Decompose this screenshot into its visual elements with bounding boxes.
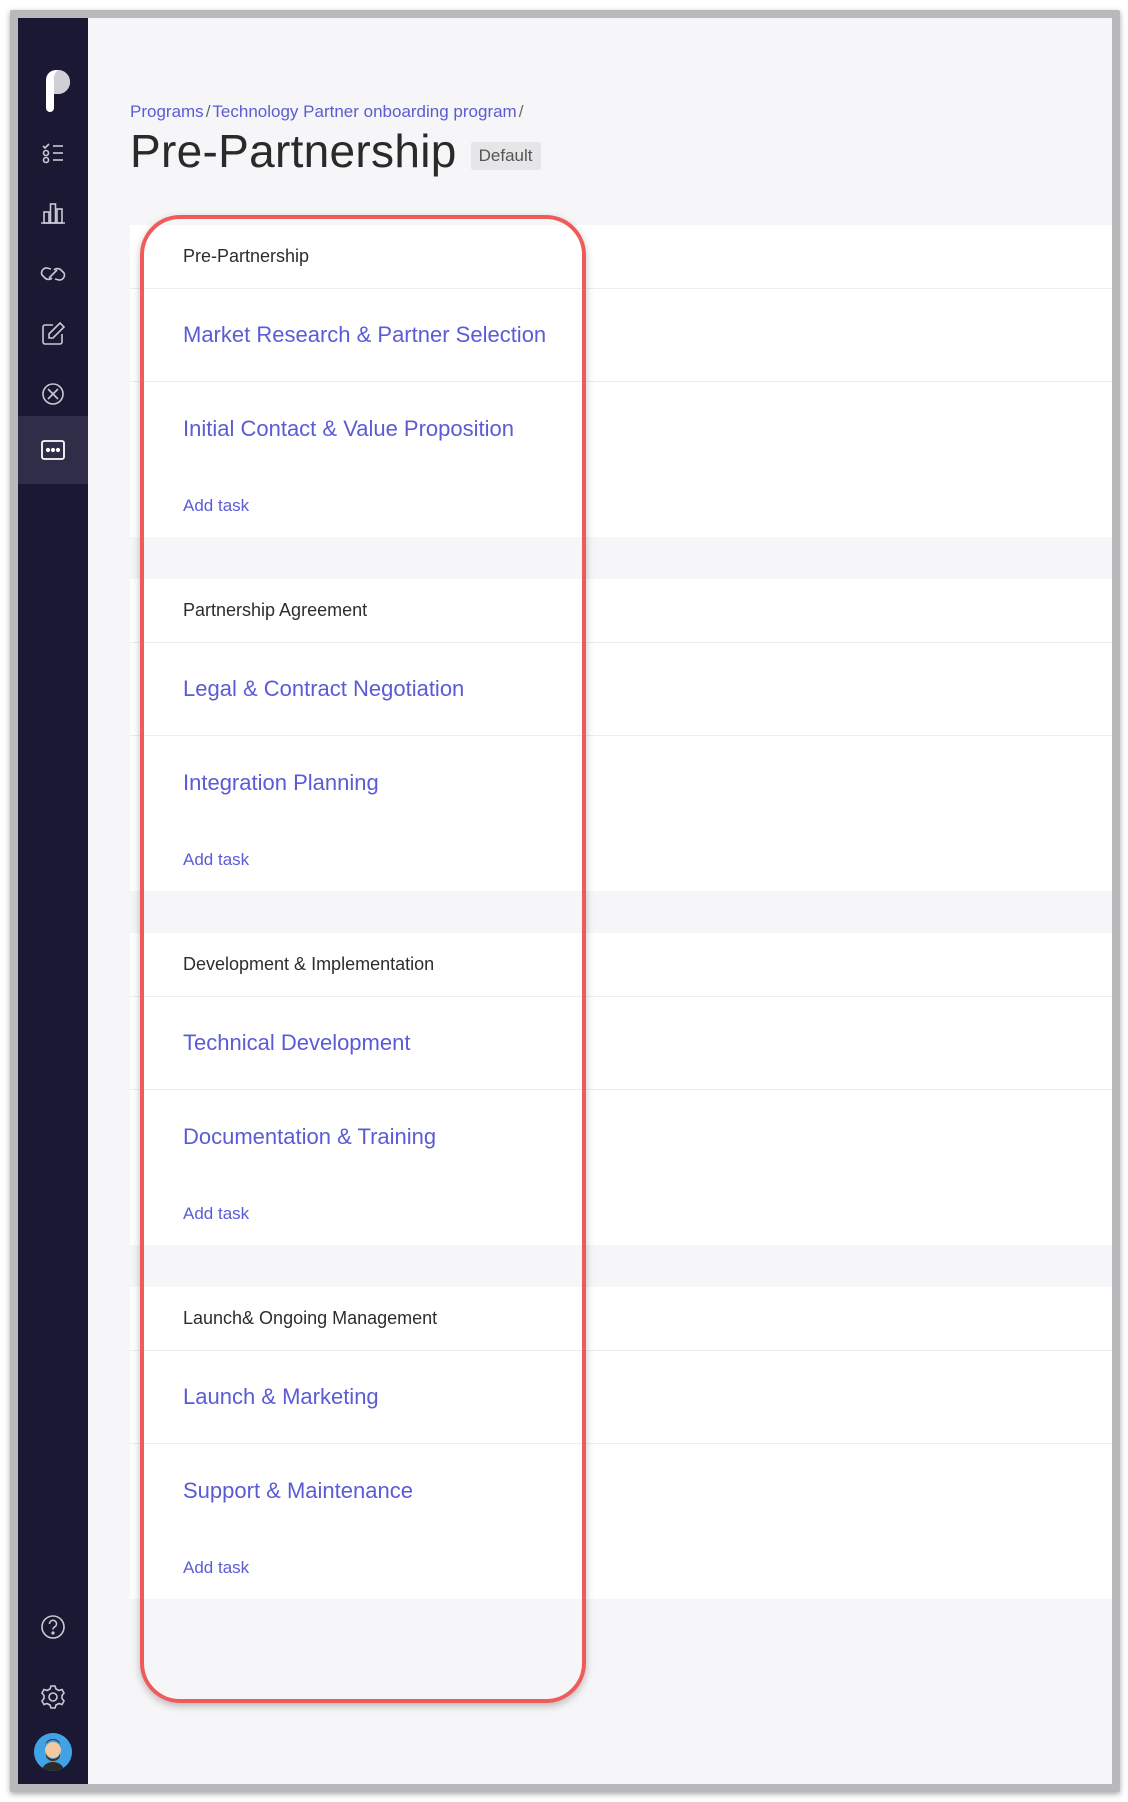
user-avatar[interactable] (34, 1733, 72, 1771)
sidebar-item-help[interactable] (18, 1593, 88, 1661)
avatar-icon (34, 1733, 72, 1771)
default-badge: Default (470, 142, 541, 170)
breadcrumb: Programs / Technology Partner onboarding p… (130, 102, 525, 122)
breadcrumb-separator: / (205, 102, 211, 121)
sidebar-item-integrations[interactable] (18, 240, 88, 308)
app-window: Programs / Technology Partner onboarding p… (10, 10, 1120, 1792)
edit-icon (42, 321, 66, 345)
stage-section: Pre-Partnership Market Research & Partne… (130, 225, 1112, 537)
add-task-link[interactable]: Add task (130, 829, 1112, 891)
task-link[interactable]: Technical Development (130, 997, 1112, 1090)
chart-icon (41, 203, 65, 224)
stage-section: Partnership Agreement Legal & Contract N… (130, 579, 1112, 891)
link-icon (40, 267, 66, 281)
add-task-link[interactable]: Add task (130, 475, 1112, 537)
dots-window-icon (41, 440, 65, 460)
app-logo[interactable] (34, 68, 72, 116)
sidebar-item-programs[interactable] (18, 416, 88, 484)
gear-icon (41, 1685, 65, 1709)
page-title: Pre-Partnership (130, 125, 457, 177)
sidebar-item-tasks[interactable] (18, 119, 88, 187)
add-task-label[interactable]: Add task (183, 1558, 249, 1578)
tasks-icon (42, 143, 63, 164)
title-row: Pre-Partnership Default (130, 124, 541, 178)
sidebar-item-edit[interactable] (18, 300, 88, 368)
main-content: Programs / Technology Partner onboarding p… (88, 18, 1112, 1784)
stage-title: Launch& Ongoing Management (130, 1287, 1112, 1351)
breadcrumb-program[interactable]: Technology Partner onboarding program (212, 102, 516, 121)
sidebar-item-reports[interactable] (18, 179, 88, 247)
sidebar (18, 18, 88, 1784)
task-link[interactable]: Integration Planning (130, 736, 1112, 829)
breadcrumb-separator: / (518, 102, 524, 121)
task-link[interactable]: Support & Maintenance (130, 1444, 1112, 1537)
compass-icon (42, 383, 64, 405)
stage-title: Pre-Partnership (130, 225, 1112, 289)
add-task-link[interactable]: Add task (130, 1183, 1112, 1245)
stage-section: Launch& Ongoing Management Launch & Mark… (130, 1287, 1112, 1599)
add-task-label[interactable]: Add task (183, 496, 249, 516)
help-icon (41, 1615, 65, 1639)
task-link[interactable]: Launch & Marketing (130, 1351, 1112, 1444)
sidebar-item-settings[interactable] (18, 1663, 88, 1731)
add-task-link[interactable]: Add task (130, 1537, 1112, 1599)
stage-title: Partnership Agreement (130, 579, 1112, 643)
add-task-label[interactable]: Add task (183, 1204, 249, 1224)
add-task-label[interactable]: Add task (183, 850, 249, 870)
stage-section: Development & Implementation Technical D… (130, 933, 1112, 1245)
task-link[interactable]: Documentation & Training (130, 1090, 1112, 1183)
breadcrumb-programs[interactable]: Programs (130, 102, 204, 121)
task-link[interactable]: Initial Contact & Value Proposition (130, 382, 1112, 475)
task-link[interactable]: Legal & Contract Negotiation (130, 643, 1112, 736)
stage-title: Development & Implementation (130, 933, 1112, 997)
task-link[interactable]: Market Research & Partner Selection (130, 289, 1112, 382)
